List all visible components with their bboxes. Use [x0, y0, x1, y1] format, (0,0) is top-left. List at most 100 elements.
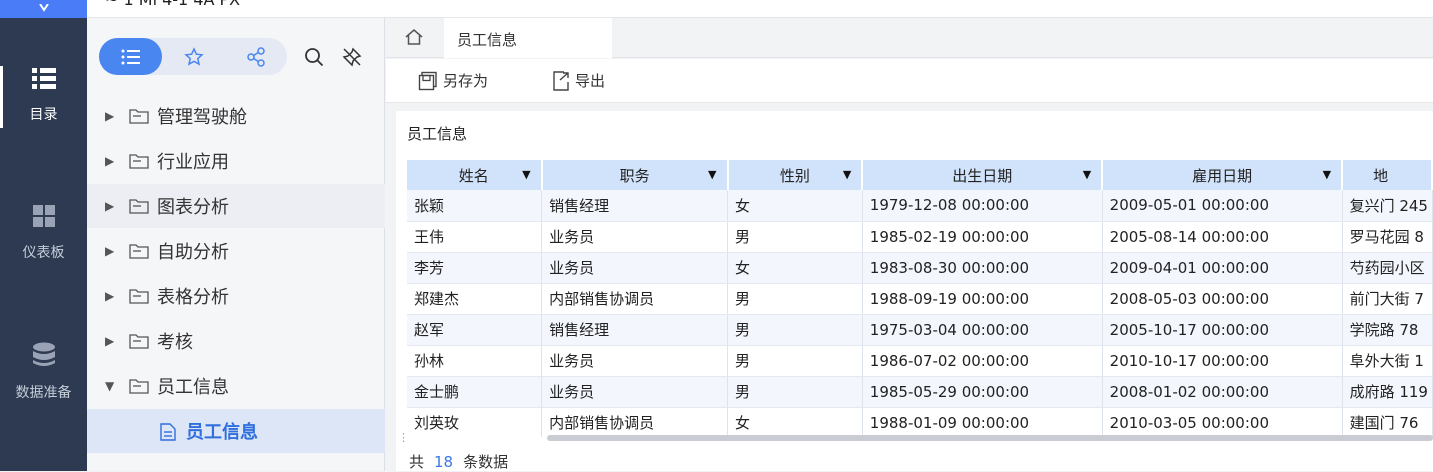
- expand-arrow-icon[interactable]: ▶: [105, 109, 114, 123]
- filter-dropdown-icon[interactable]: ▼: [522, 168, 530, 181]
- table-cell: 内部销售协调员: [541, 407, 729, 437]
- app-logo[interactable]: [0, 0, 87, 18]
- horizontal-scrollbar[interactable]: [547, 435, 1433, 441]
- tree-node-label: 管理驾驶舱: [157, 107, 247, 128]
- tab-favorites[interactable]: [162, 38, 225, 75]
- folder-icon: [129, 289, 149, 304]
- table-cell: 2008-01-02 00:00:00: [1102, 376, 1343, 408]
- table-row[interactable]: 李芳 业务员女 1983-08-30 00:00:00 2009-04-01 00:0…: [407, 252, 1433, 284]
- nav-rail: 目录 仪表板 数据准备: [0, 0, 87, 471]
- tree-node[interactable]: ▼ 员工信息: [87, 364, 385, 408]
- tree-node[interactable]: ▶ 考核: [87, 319, 385, 363]
- table-row[interactable]: 张颖 销售经理女 1979-12-08 00:00:00 2009-05-01 00:…: [407, 190, 1433, 222]
- column-header[interactable]: 地: [1342, 160, 1433, 190]
- table-cell: 销售经理: [541, 314, 729, 346]
- tree-node[interactable]: ▶ 自助分析: [87, 229, 385, 273]
- tree-node-label: 考核: [157, 332, 193, 353]
- tab-bar: 员工信息: [386, 18, 1433, 58]
- table-cell: 男: [727, 376, 863, 408]
- filter-dropdown-icon[interactable]: ▼: [1083, 168, 1091, 181]
- rail-item-label: 数据准备: [15, 385, 72, 401]
- report-panel: 员工信息 姓名 ▼ 职务 ▼ 性别 ▼ 出生日期 ▼ 雇用日期 ▼ 地 张颖 销…: [396, 111, 1433, 471]
- unpin-button[interactable]: [341, 46, 363, 68]
- app-title: ~ 1 Mi 4-1 4A PX: [105, 0, 240, 9]
- column-header[interactable]: 性别 ▼: [727, 160, 864, 190]
- table-cell: 李芳: [407, 252, 543, 284]
- rail-item-dashboard[interactable]: 仪表板: [0, 204, 87, 262]
- table-row[interactable]: 赵军 销售经理男 1975-03-04 00:00:00 2005-10-17 00:…: [407, 314, 1433, 346]
- table-row[interactable]: 王伟 业务员男 1985-02-19 00:00:00 2005-08-14 00:0…: [407, 221, 1433, 253]
- tree-node-label: 自助分析: [157, 242, 229, 263]
- export-icon: [553, 70, 569, 91]
- folder-icon: [129, 334, 149, 349]
- folder-icon: [129, 379, 149, 394]
- logo-icon: [38, 4, 49, 12]
- save-as-label: 另存为: [443, 72, 489, 90]
- rail-item-catalog[interactable]: 目录: [0, 66, 87, 128]
- tree-node-label: 员工信息: [157, 377, 229, 398]
- table-cell: 1985-02-19 00:00:00: [862, 221, 1103, 253]
- folder-icon: [129, 244, 149, 259]
- catalog-panel: ▶ 管理驾驶舱 ▶ 行业应用 ▶ 图表分析 ▶ 自助分析 ▶ 表格分析 ▶ 考核…: [87, 18, 385, 471]
- table-row[interactable]: 郑建杰 内部销售协调员男 1988-09-19 00:00:00 2008-05-03…: [407, 283, 1433, 315]
- table-cell: 1986-07-02 00:00:00: [862, 345, 1103, 377]
- expand-arrow-icon[interactable]: ▶: [105, 244, 114, 258]
- home-button[interactable]: [404, 27, 424, 51]
- rail-item-data-prep[interactable]: 数据准备: [0, 342, 87, 402]
- table-cell: 1975-03-04 00:00:00: [862, 314, 1103, 346]
- table-cell: 女: [727, 252, 863, 284]
- column-header[interactable]: 雇用日期 ▼: [1102, 160, 1344, 190]
- save-as-button[interactable]: 另存为: [418, 70, 488, 91]
- filter-dropdown-icon[interactable]: ▼: [1323, 168, 1331, 181]
- folder-icon: [129, 109, 149, 124]
- table-cell: 学院路 78: [1342, 314, 1433, 346]
- folder-icon: [129, 199, 149, 214]
- filter-dropdown-icon[interactable]: ▼: [843, 168, 851, 181]
- column-header[interactable]: 出生日期 ▼: [862, 160, 1104, 190]
- column-header[interactable]: 职务 ▼: [541, 160, 729, 190]
- expand-arrow-icon[interactable]: ▶: [105, 199, 114, 213]
- search-button[interactable]: [303, 46, 325, 68]
- table-cell: 2005-08-14 00:00:00: [1102, 221, 1343, 253]
- report-toolbar: 另存为 导出: [386, 59, 1433, 103]
- table-cell: 芍药园小区: [1342, 252, 1433, 284]
- table-cell: 男: [727, 314, 863, 346]
- filter-dropdown-icon[interactable]: ▼: [708, 168, 716, 181]
- table-cell: 业务员: [541, 252, 729, 284]
- tree-node[interactable]: ▶ 图表分析: [87, 184, 385, 228]
- record-count-suffix: 条数据: [463, 453, 509, 471]
- tab-employee-info[interactable]: 员工信息: [444, 18, 612, 58]
- table-cell: 业务员: [541, 345, 729, 377]
- list-icon: [121, 49, 140, 64]
- star-icon: [183, 46, 204, 66]
- expand-arrow-icon[interactable]: ▶: [105, 334, 114, 348]
- table-cell: 2010-10-17 00:00:00: [1102, 345, 1343, 377]
- save-as-icon: [418, 71, 437, 90]
- expand-arrow-icon[interactable]: ▶: [105, 154, 114, 168]
- table-cell: 刘英玫: [407, 407, 543, 437]
- tree-node[interactable]: ▶ 行业应用: [87, 139, 385, 183]
- report-icon: [160, 423, 176, 441]
- rail-item-label: 仪表板: [22, 245, 65, 261]
- tab-catalog-list[interactable]: [99, 38, 162, 75]
- resize-handle-icon[interactable]: ⋮: [398, 431, 409, 444]
- tree-node[interactable]: ▶ 管理驾驶舱: [87, 94, 385, 138]
- table-cell: 金士鹏: [407, 376, 543, 408]
- catalog-view-switcher: [99, 38, 287, 75]
- tree-leaf-selected[interactable]: 员工信息: [87, 409, 385, 453]
- table-cell: 1979-12-08 00:00:00: [862, 190, 1103, 222]
- tree-node[interactable]: ▶ 表格分析: [87, 274, 385, 318]
- export-button[interactable]: 导出: [552, 70, 605, 91]
- table-row[interactable]: 孙林 业务员男 1986-07-02 00:00:00 2010-10-17 00:0…: [407, 345, 1433, 377]
- table-row[interactable]: 金士鹏 业务员男 1985-05-29 00:00:00 2008-01-02 00:…: [407, 376, 1433, 408]
- collapse-arrow-icon[interactable]: ▼: [105, 379, 114, 393]
- dashboard-icon: [32, 205, 55, 227]
- column-header[interactable]: 姓名 ▼: [407, 160, 543, 190]
- expand-arrow-icon[interactable]: ▶: [105, 289, 114, 303]
- table-cell: 业务员: [541, 376, 729, 408]
- tab-shared[interactable]: [224, 38, 287, 75]
- table-row[interactable]: 刘英玫 内部销售协调员女 1988-01-09 00:00:00 2010-03-05…: [407, 407, 1433, 437]
- tree-node-label: 表格分析: [157, 287, 229, 308]
- column-header-label: 地: [1373, 166, 1389, 185]
- table-cell: 男: [727, 221, 863, 253]
